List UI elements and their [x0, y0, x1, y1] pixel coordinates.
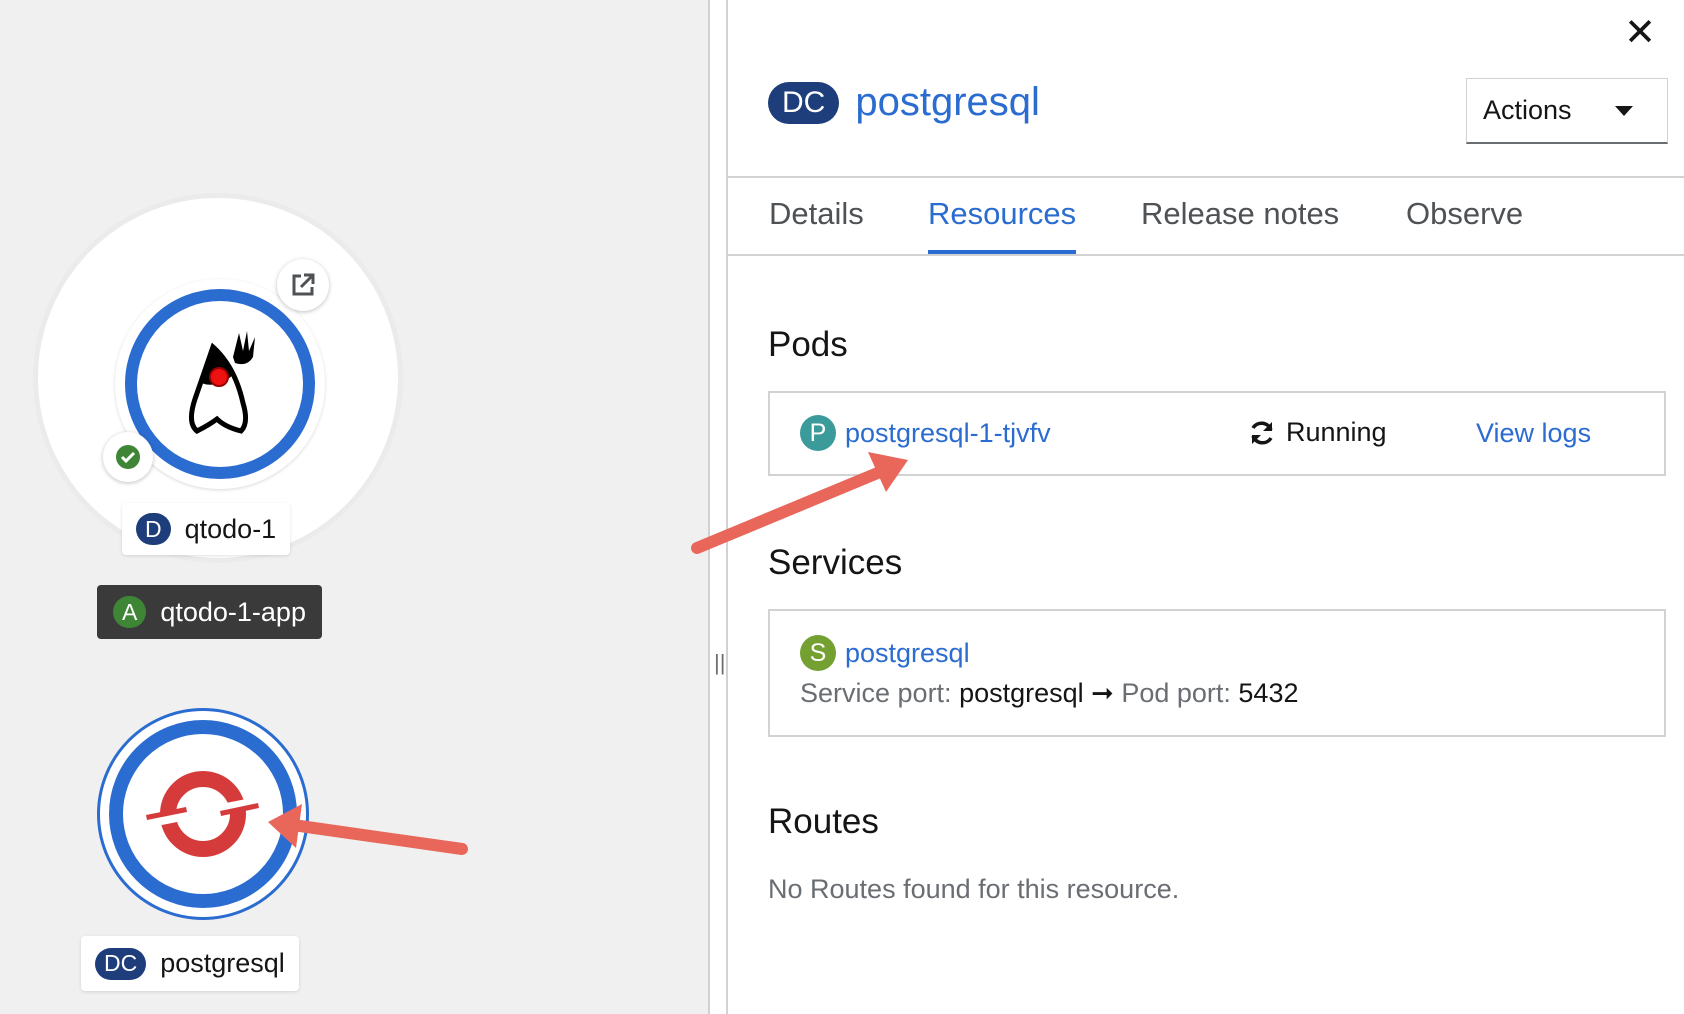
tab-observe[interactable]: Observe	[1406, 196, 1523, 250]
resource-side-panel: ✕ DC postgresql Actions Details Resource…	[728, 0, 1684, 1014]
pods-section-title: Pods	[768, 325, 848, 364]
view-logs-link[interactable]: View logs	[1476, 418, 1591, 449]
service-row: S postgresql	[800, 635, 970, 671]
sync-icon	[1251, 420, 1273, 445]
pod-status: Running	[1248, 417, 1387, 448]
deployment-config-badge: DC	[768, 81, 840, 124]
pod-port-label: Pod port:	[1121, 678, 1231, 708]
open-url-button[interactable]	[277, 259, 329, 311]
postgresql-node-label[interactable]: DC postgresql	[81, 936, 299, 991]
routes-empty-message: No Routes found for this resource.	[768, 874, 1180, 904]
pod-status-indicator	[103, 432, 153, 482]
panel-title: DC postgresql	[768, 80, 1040, 125]
pod-row: P postgresql-1-tjvfv	[800, 415, 1051, 451]
routes-section-title: Routes	[768, 802, 879, 841]
service-port-mapping: Service port: postgresql ➞ Pod port: 543…	[800, 678, 1298, 709]
external-link-icon	[292, 273, 315, 296]
pod-badge: P	[800, 415, 836, 451]
tab-details[interactable]: Details	[769, 196, 864, 250]
tab-resources[interactable]: Resources	[928, 196, 1077, 254]
drag-grip-icon: ||	[714, 650, 726, 675]
service-badge: S	[800, 635, 836, 671]
port-arrow-icon: ➞	[1091, 678, 1114, 708]
qtodo-node-name: qtodo-1	[184, 513, 277, 544]
service-port-label: Service port:	[800, 678, 952, 708]
java-duke-icon	[189, 331, 255, 434]
deployment-badge: D	[136, 513, 171, 545]
pod-port-value: 5432	[1238, 678, 1299, 708]
openshift-icon	[146, 771, 259, 857]
service-name-link[interactable]: postgresql	[845, 638, 970, 669]
pods-card: P postgresql-1-tjvfv Running View logs	[768, 391, 1666, 476]
caret-down-icon	[1615, 105, 1633, 116]
postgresql-node-name: postgresql	[160, 948, 285, 978]
pod-status-text: Running	[1286, 417, 1387, 447]
tab-release-notes[interactable]: Release notes	[1141, 196, 1339, 250]
panel-resize-handle[interactable]: ||	[708, 0, 728, 1014]
service-port-value: postgresql	[959, 678, 1084, 708]
close-panel-button[interactable]: ✕	[1624, 14, 1656, 52]
application-group-label[interactable]: A qtodo-1-app	[97, 585, 322, 639]
application-group-name: qtodo-1-app	[160, 596, 306, 627]
postgresql-node[interactable]	[97, 708, 309, 920]
services-card: S postgresql Service port: postgresql ➞ …	[768, 609, 1666, 737]
qtodo-node-label[interactable]: D qtodo-1	[122, 503, 291, 555]
resource-name-link[interactable]: postgresql	[855, 80, 1040, 125]
topology-canvas[interactable]: D qtodo-1 A qtodo-1-app DC postgresql	[0, 0, 709, 1014]
application-badge: A	[113, 596, 147, 628]
actions-label: Actions	[1483, 95, 1572, 125]
pod-name-link[interactable]: postgresql-1-tjvfv	[845, 418, 1051, 449]
actions-dropdown[interactable]: Actions	[1466, 78, 1668, 144]
check-circle-icon	[116, 445, 140, 469]
deployment-config-badge: DC	[95, 947, 147, 980]
services-section-title: Services	[768, 543, 903, 582]
panel-tabs: Details Resources Release notes Observe	[728, 178, 1684, 256]
